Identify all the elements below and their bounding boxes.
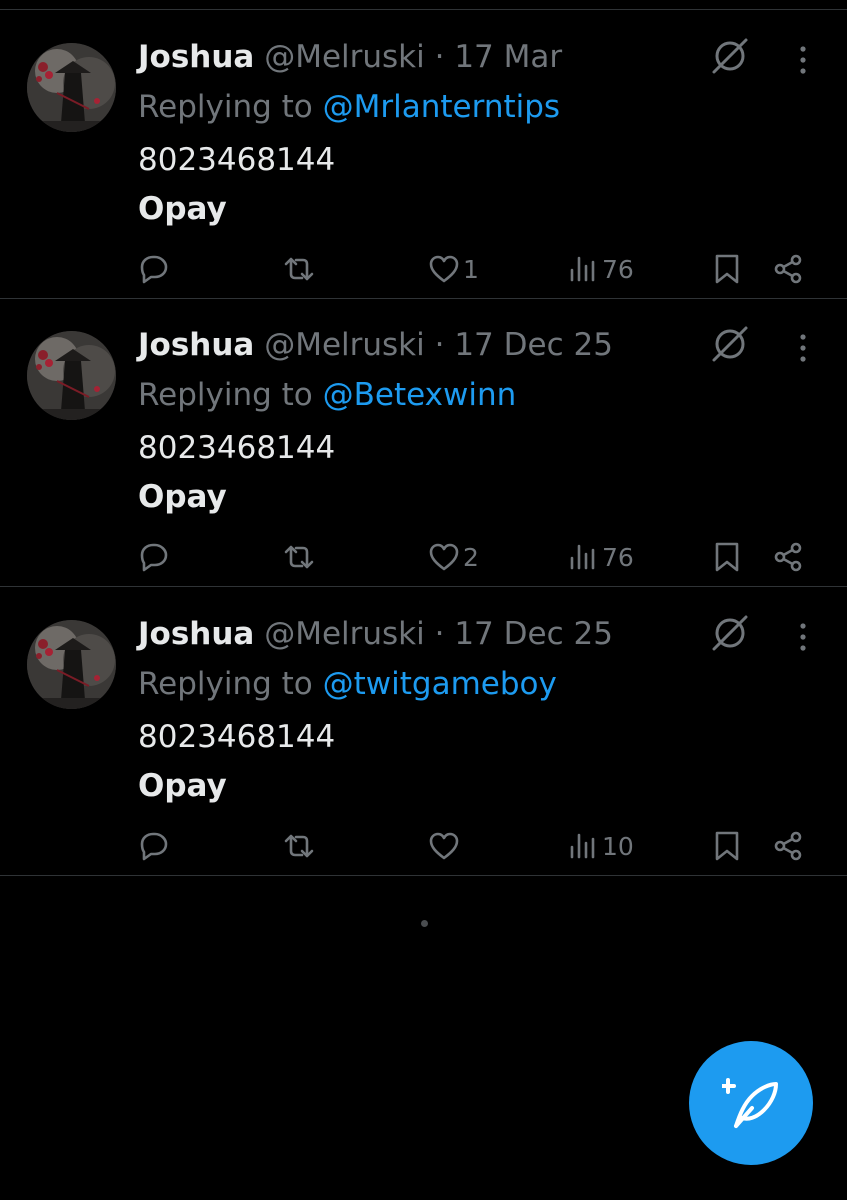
header-separator: · [434,616,445,652]
views-icon [570,544,595,570]
grok-icon [712,615,748,651]
grok-button[interactable] [710,36,750,76]
bookmark-button[interactable] [710,534,744,580]
avatar[interactable] [27,43,116,132]
replying-prefix: Replying to [138,666,313,702]
tweet-date[interactable]: 17 Dec 25 [454,327,613,363]
bookmark-icon [715,254,739,284]
tweet[interactable]: Joshua @Melruski · 17 Dec 25 Replying to… [0,298,847,587]
mention-link[interactable]: @Mrlanterntips [323,89,560,125]
display-name[interactable]: Joshua [138,327,254,363]
replying-prefix: Replying to [138,89,313,125]
views-button[interactable]: 76 [566,246,634,292]
bookmark-icon [715,542,739,572]
retweet-button[interactable] [282,534,316,580]
heart-icon [429,543,459,571]
bookmark-button[interactable] [710,246,744,292]
like-count: 2 [463,542,479,572]
replying-prefix: Replying to [138,377,313,413]
grok-button[interactable] [710,324,750,364]
heart-icon [429,832,459,860]
share-icon [774,254,802,284]
tweet[interactable]: Joshua @Melruski · 17 Dec 25 Replying to… [0,587,847,876]
tweet-header: Joshua @Melruski · 17 Mar [138,34,562,80]
tweet-text-line-2: Opay [138,191,227,227]
like-button[interactable]: 1 [427,246,479,292]
grok-icon [712,326,748,362]
reply-icon [140,255,168,284]
grok-button[interactable] [710,613,750,653]
replying-to: Replying to @Mrlanterntips [138,84,560,130]
retweet-icon [284,834,314,858]
more-icon [800,46,806,74]
view-count: 76 [602,254,634,284]
tweet-text-line-1: 8023468144 [138,719,336,755]
tweet-text-line-1: 8023468144 [138,430,336,466]
views-button[interactable]: 76 [566,534,634,580]
reply-button[interactable] [137,823,171,869]
replying-to: Replying to @twitgameboy [138,661,557,707]
view-count: 76 [602,542,634,572]
user-handle[interactable]: @Melruski [264,616,425,652]
retweet-button[interactable] [282,823,316,869]
bookmark-button[interactable] [710,823,744,869]
reply-icon [140,543,168,572]
grok-icon [712,38,748,74]
like-button[interactable] [427,823,463,869]
header-separator: · [434,327,445,363]
tweet-actions: 1 76 [0,246,847,292]
reply-icon [140,832,168,861]
tweet-text-line-2: Opay [138,768,227,804]
compose-icon [722,1078,778,1128]
user-handle[interactable]: @Melruski [264,327,425,363]
mention-link[interactable]: @Betexwinn [323,377,517,413]
replying-to: Replying to @Betexwinn [138,372,516,418]
views-button[interactable]: 10 [566,823,634,869]
user-handle[interactable]: @Melruski [264,39,425,75]
loading-dot [421,920,428,927]
share-icon [774,542,802,572]
tweet-header: Joshua @Melruski · 17 Dec 25 [138,611,613,657]
more-button[interactable] [790,330,816,366]
retweet-icon [284,545,314,569]
reply-button[interactable] [137,534,171,580]
more-icon [800,334,806,362]
retweet-button[interactable] [282,246,316,292]
views-icon [570,833,595,859]
retweet-icon [284,257,314,281]
compose-button[interactable] [689,1041,813,1165]
views-icon [570,256,595,282]
share-button[interactable] [771,534,805,580]
more-icon [800,623,806,651]
tweet-text-line-2: Opay [138,479,227,515]
share-icon [774,831,802,861]
avatar[interactable] [27,620,116,709]
tweet-actions: 10 [0,823,847,869]
tweet[interactable]: Joshua @Melruski · 17 Mar Replying to @M… [0,10,847,299]
tweet-date[interactable]: 17 Dec 25 [454,616,613,652]
heart-icon [429,255,459,283]
mention-link[interactable]: @twitgameboy [323,666,557,702]
more-button[interactable] [790,42,816,78]
share-button[interactable] [771,823,805,869]
view-count: 10 [602,831,634,861]
share-button[interactable] [771,246,805,292]
header-separator: · [434,39,445,75]
bookmark-icon [715,831,739,861]
tweet-actions: 2 76 [0,534,847,580]
more-button[interactable] [790,619,816,655]
tweet-text-line-1: 8023468144 [138,142,336,178]
reply-button[interactable] [137,246,171,292]
tweet-header: Joshua @Melruski · 17 Dec 25 [138,322,613,368]
tweet-date[interactable]: 17 Mar [454,39,562,75]
avatar[interactable] [27,331,116,420]
display-name[interactable]: Joshua [138,616,254,652]
display-name[interactable]: Joshua [138,39,254,75]
like-button[interactable]: 2 [427,534,479,580]
like-count: 1 [463,254,479,284]
